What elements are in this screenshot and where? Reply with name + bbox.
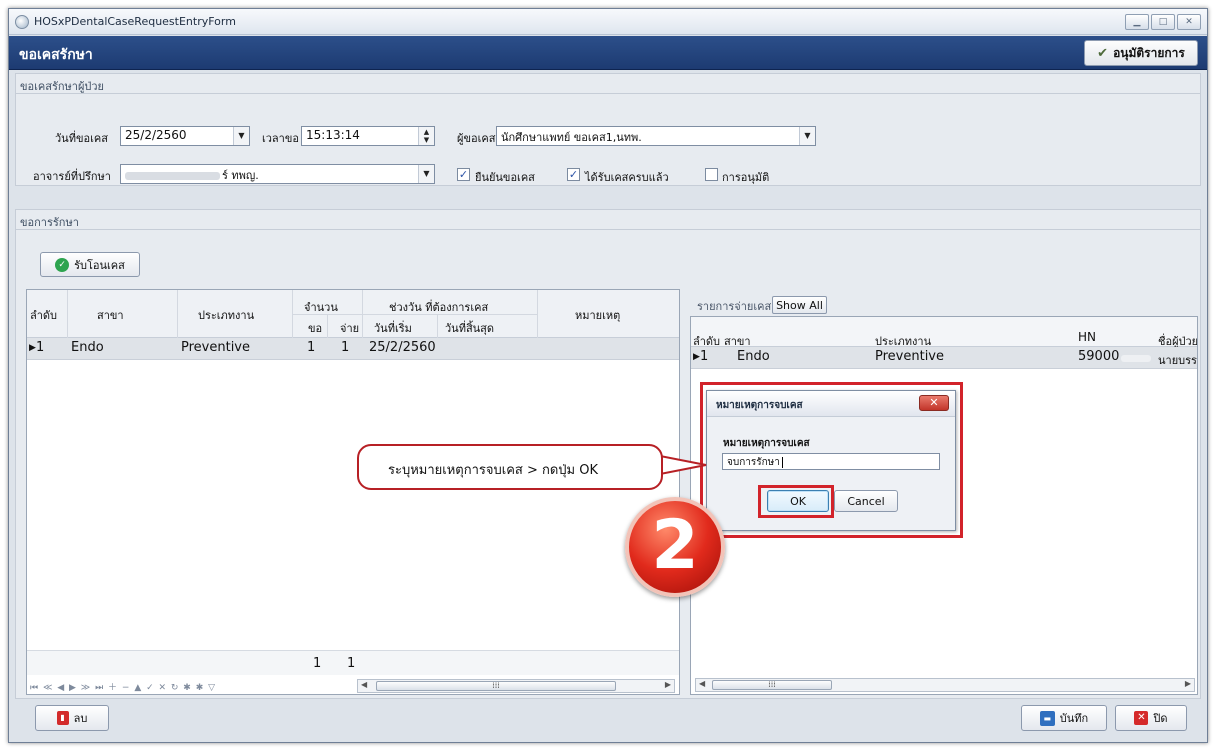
form-title: ขอเคสรักษา <box>19 47 93 63</box>
end-case-note-value: จบการรักษา <box>727 457 780 468</box>
col-end: วันที่สิ้นสุด <box>445 322 495 335</box>
instruction-callout: ระบุหมายเหตุการจบเคส > กดปุ่ม OK <box>357 444 663 490</box>
col-hn: HN <box>1078 330 1096 344</box>
request-date-field[interactable]: 25/2/2560 ▼ <box>120 126 250 146</box>
col-branch: สาขา <box>97 309 124 322</box>
row-start: 25/2/2560 <box>369 340 436 355</box>
form-header: ขอเคสรักษา ✔ อนุมัติรายการ <box>9 36 1207 70</box>
chevron-down-icon[interactable]: ▼ <box>799 127 815 145</box>
footer-pay-total: 1 <box>347 656 356 671</box>
transfer-case-button[interactable]: ✓ รับโอนเคส <box>40 252 140 277</box>
confirm-checkbox[interactable]: ✓ <box>457 168 470 181</box>
blurred-hn <box>1121 355 1151 362</box>
close-icon[interactable]: ✕ <box>919 395 949 411</box>
scroll-thumb[interactable]: ⁞⁞⁞ <box>376 681 616 691</box>
app-icon <box>15 15 29 29</box>
transfer-case-label: รับโอนเคส <box>74 258 125 272</box>
advisor-field[interactable]: ร์ ทพญ. ▼ <box>120 164 435 184</box>
advisor-value: ร์ ทพญ. <box>222 169 259 182</box>
col-worktype: ประเภทงาน <box>198 309 255 322</box>
table-row[interactable]: ▶ 1 Endo Preventive 59000 นายบรร <box>691 347 1197 369</box>
row-seq: 1 <box>36 340 45 355</box>
text-cursor <box>781 456 783 468</box>
close-icon: ✕ <box>1134 711 1149 725</box>
callout-tail <box>660 455 707 475</box>
request-date-label: วันที่ขอเคส <box>55 132 108 145</box>
maximize-button[interactable]: □ <box>1151 14 1175 30</box>
col-start: วันที่เริ่ม <box>374 322 412 335</box>
row-seq: 1 <box>700 349 709 364</box>
treatment-grid: ลำดับ สาขา ประเภทงาน จำนวน ขอ จ่าย ช่วงว… <box>26 289 680 695</box>
delete-button[interactable]: ▮ ลบ <box>35 705 109 731</box>
row-hn: 59000 <box>1078 349 1120 364</box>
footer-request-total: 1 <box>313 656 322 671</box>
approved-checkbox[interactable] <box>705 168 718 181</box>
requester-field[interactable]: นักศึกษาแพทย์ ขอเคส1,นทพ. ▼ <box>496 126 816 146</box>
row-indicator-icon: ▶ <box>693 352 700 362</box>
grid-footer: 1 1 <box>27 650 679 675</box>
approve-icon: ✔ <box>1097 45 1109 61</box>
window-title: HOSxPDentalCaseRequestEntryForm <box>34 15 236 28</box>
close-label: ปิด <box>1153 712 1168 725</box>
row-branch: Endo <box>71 340 104 355</box>
col-request: ขอ <box>308 322 323 335</box>
save-icon: ▬ <box>1039 710 1055 726</box>
horizontal-scrollbar[interactable]: ◀ ⁞⁞⁞ ▶ <box>357 679 675 693</box>
end-case-note-input[interactable]: จบการรักษา <box>722 453 940 470</box>
check-circle-icon: ✓ <box>55 257 70 272</box>
save-label: บันทึก <box>1059 712 1089 725</box>
delete-icon: ▮ <box>56 711 69 725</box>
callout-text: ระบุหมายเหตุการจบเคส > กดปุ่ม OK <box>388 463 599 478</box>
col-note: หมายเหตุ <box>575 309 621 322</box>
cancel-button[interactable]: Cancel <box>834 490 898 512</box>
spin-icon[interactable]: ▲ ▼ <box>418 127 434 145</box>
requester-label: ผู้ขอเคส <box>457 132 496 145</box>
received-checkbox[interactable]: ✓ <box>567 168 580 181</box>
request-date-value: 25/2/2560 <box>125 128 187 142</box>
minimize-button[interactable]: ▁ <box>1125 14 1149 30</box>
row-patient: นายบรร <box>1158 354 1197 367</box>
scroll-thumb[interactable]: ⁞⁞⁞ <box>712 680 832 690</box>
request-time-label: เวลาขอ <box>262 132 299 145</box>
patient-request-group: ขอเคสรักษาผู้ป่วย วันที่ขอเคส 25/2/2560 … <box>15 73 1201 186</box>
ok-highlight <box>758 485 834 518</box>
approve-label: อนุมัติรายการ <box>1113 45 1185 60</box>
row-worktype: Preventive <box>181 340 250 355</box>
col-seq: ลำดับ <box>30 309 58 322</box>
row-branch: Endo <box>737 349 770 364</box>
grid-header: ลำดับ สาขา ประเภทงาน HN ชื่อผู้ป่วย <box>691 317 1197 348</box>
close-button[interactable]: ✕ ปิด <box>1115 705 1187 731</box>
navigator-bar[interactable]: ⏮ ≪ ◀ ▶ ≫ ⏭ ＋ − ▲ ✓ ✕ ↻ ✱ ✱ ▽ <box>30 680 216 693</box>
chevron-down-icon[interactable]: ▼ <box>418 165 434 183</box>
save-button[interactable]: ▬ บันทึก <box>1021 705 1107 731</box>
close-window-button[interactable]: ✕ <box>1177 14 1201 30</box>
request-time-value: 15:13:14 <box>306 128 360 142</box>
approve-button[interactable]: ✔ อนุมัติรายการ <box>1084 40 1198 66</box>
horizontal-scrollbar[interactable]: ◀ ⁞⁞⁞ ▶ <box>695 678 1195 692</box>
dialog-title-bar: หมายเหตุการจบเคส ✕ <box>707 391 955 417</box>
delete-label: ลบ <box>73 712 88 725</box>
application-window: HOSxPDentalCaseRequestEntryForm ▁ □ ✕ ขอ… <box>8 8 1208 743</box>
table-row[interactable]: ▶ 1 Endo Preventive 1 1 25/2/2560 <box>27 338 679 360</box>
blurred-name <box>125 172 220 180</box>
case-pay-label: รายการจ่ายเคส <box>697 300 772 313</box>
step-badge: 2 <box>625 497 725 597</box>
advisor-label: อาจารย์ที่ปรึกษา <box>33 170 111 183</box>
dialog-title: หมายเหตุการจบเคส <box>716 400 803 411</box>
approved-label: การอนุมัติ <box>722 171 770 184</box>
show-all-button[interactable]: Show All <box>772 296 827 314</box>
row-request: 1 <box>307 340 316 355</box>
confirm-label: ยืนยันขอเคส <box>475 171 535 184</box>
title-bar: HOSxPDentalCaseRequestEntryForm ▁ □ ✕ <box>9 9 1207 35</box>
request-time-field[interactable]: 15:13:14 ▲ ▼ <box>301 126 435 146</box>
grid-header: ลำดับ สาขา ประเภทงาน จำนวน ขอ จ่าย ช่วงว… <box>27 290 679 338</box>
row-worktype: Preventive <box>875 349 944 364</box>
received-label: ได้รับเคสครบแล้ว <box>585 171 669 184</box>
row-pay: 1 <box>341 340 350 355</box>
chevron-down-icon[interactable]: ▼ <box>233 127 249 145</box>
row-indicator-icon: ▶ <box>29 343 36 353</box>
dialog-field-label: หมายเหตุการจบเคส <box>723 438 810 449</box>
requester-value: นักศึกษาแพทย์ ขอเคส1,นทพ. <box>501 131 642 144</box>
col-pay: จ่าย <box>340 322 360 335</box>
